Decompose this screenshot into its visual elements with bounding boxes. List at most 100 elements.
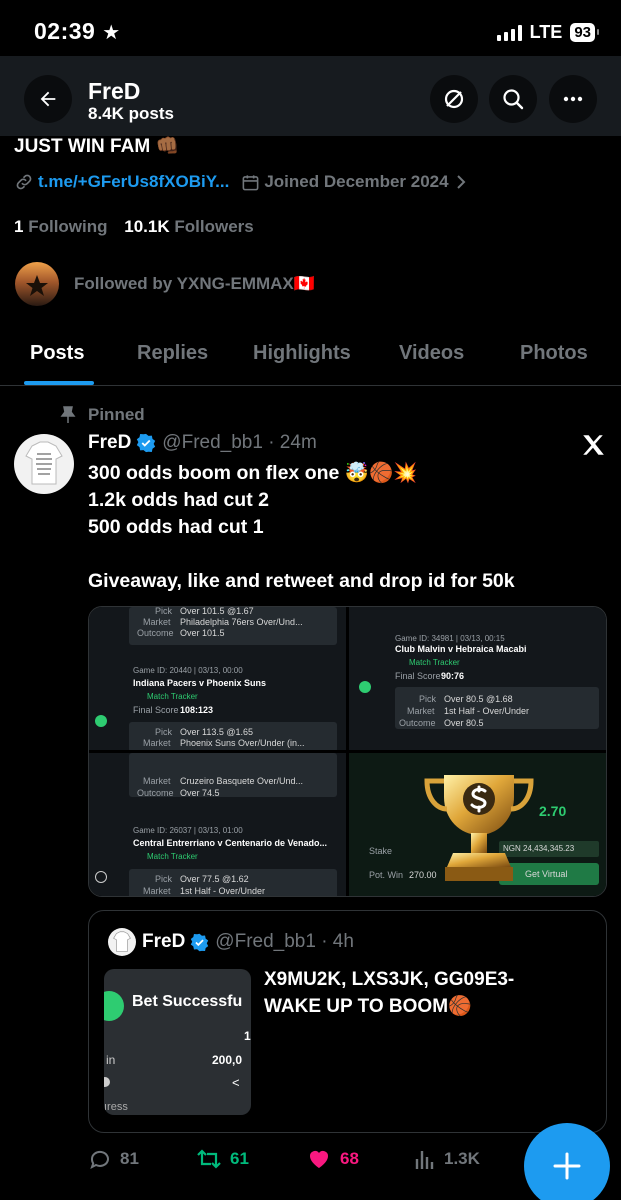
status-time-text: 02:39 bbox=[34, 18, 96, 44]
x-logo-icon[interactable] bbox=[580, 432, 606, 458]
battery-icon: 93 bbox=[570, 23, 599, 42]
pick-value: Over 77.5 @1.62 bbox=[180, 874, 249, 884]
media-image-4[interactable]: 2.70 Stake NGN 24,434,345.23 Pot. Win 27… bbox=[349, 753, 606, 896]
match-teams: Indiana Pacers v Phoenix Suns bbox=[133, 678, 267, 688]
tshirt-icon bbox=[113, 931, 131, 952]
followers-label: Followers bbox=[174, 217, 254, 236]
quote-line: X9MU2K, LXS3JK, GG09E3- bbox=[264, 969, 515, 990]
reply-count: 81 bbox=[120, 1149, 139, 1168]
match-tracker: Match Tracker bbox=[147, 692, 198, 701]
post-line bbox=[88, 541, 588, 568]
post-author-name[interactable]: FreD bbox=[88, 432, 131, 454]
bet-value-2: 200,0 bbox=[212, 1053, 243, 1067]
grok-icon bbox=[444, 89, 464, 109]
like-button[interactable]: 68 bbox=[306, 1147, 359, 1171]
search-icon bbox=[503, 89, 524, 110]
market-value: 1st Half - Over/Under bbox=[444, 706, 530, 716]
quote-line: WAKE UP TO BOOM🏀 bbox=[264, 996, 472, 1017]
status-indicators: LTE 93 bbox=[496, 22, 599, 43]
repost-icon bbox=[197, 1149, 221, 1169]
post-line: 500 odds had cut 1 bbox=[88, 516, 264, 538]
repost-count: 61 bbox=[230, 1149, 249, 1168]
following-link[interactable]: 1 Following bbox=[14, 217, 108, 236]
market-value: Cruzeiro Basquete Over/Und... bbox=[180, 776, 304, 786]
market-label: Market bbox=[143, 738, 171, 748]
network-label: LTE bbox=[529, 22, 563, 42]
quote-author-name: FreD bbox=[142, 931, 186, 952]
outcome-label: Outcome bbox=[137, 628, 174, 638]
pick-label: Pick bbox=[155, 874, 173, 884]
success-check-icon bbox=[104, 991, 124, 1021]
quote-handle-time: @Fred_bb1 · 4h bbox=[215, 931, 354, 952]
pinned-label: Pinned bbox=[88, 405, 145, 424]
reply-icon bbox=[90, 1150, 109, 1169]
follow-stats: 1 Following 10.1K Followers bbox=[14, 217, 254, 237]
chevron-right-icon[interactable] bbox=[455, 175, 467, 189]
status-time: 02:39 ★ bbox=[34, 18, 121, 45]
market-value: Phoenix Suns Over/Under (in... bbox=[180, 738, 305, 748]
active-tab-indicator bbox=[24, 381, 94, 385]
game-id: Game ID: 26037 | 03/13, 01:00 bbox=[133, 826, 243, 835]
profile-link[interactable]: t.me/+GFerUs8fXOBiY... bbox=[38, 172, 229, 192]
followed-by-avatar[interactable] bbox=[15, 262, 59, 306]
tab-posts[interactable]: Posts bbox=[30, 342, 84, 365]
bet-value-1: 1 bbox=[244, 1029, 251, 1043]
post-avatar[interactable] bbox=[14, 434, 74, 494]
followed-by-text[interactable]: Followed by YXNG-EMMAX🇨🇦 bbox=[74, 274, 315, 294]
profile-tabs: Posts Replies Highlights Videos Photos bbox=[0, 330, 621, 386]
followers-link[interactable]: 10.1K Followers bbox=[124, 217, 253, 236]
profile-bio: JUST WIN FAM 👊🏾 bbox=[14, 136, 180, 157]
media-image-3[interactable]: Market Cruzeiro Basquete Over/Und... Out… bbox=[89, 753, 346, 896]
view-count: 1.3K bbox=[444, 1149, 480, 1168]
pick-label: Pick bbox=[419, 694, 437, 704]
views-icon bbox=[415, 1151, 434, 1169]
potwin-label: Pot. Win bbox=[369, 870, 404, 880]
radio-icon bbox=[104, 1077, 110, 1087]
tab-highlights[interactable]: Highlights bbox=[253, 342, 351, 365]
verified-icon bbox=[137, 433, 156, 453]
post-line: 300 odds boom on flex one 🤯🏀💥 bbox=[88, 462, 418, 484]
post-line: 1.2k odds had cut 2 bbox=[88, 489, 269, 511]
tab-videos[interactable]: Videos bbox=[399, 342, 464, 365]
more-icon bbox=[563, 96, 583, 102]
market-label: Market bbox=[143, 776, 171, 786]
header-post-count: 8.4K posts bbox=[88, 104, 174, 123]
tab-replies[interactable]: Replies bbox=[137, 342, 208, 365]
search-button[interactable] bbox=[489, 75, 537, 123]
heart-icon bbox=[310, 1151, 328, 1168]
final-score-label: Final Score bbox=[133, 705, 179, 715]
more-button[interactable] bbox=[549, 75, 597, 123]
outcome-label: Outcome bbox=[137, 788, 174, 798]
bet-success-title: Bet Successfu bbox=[132, 993, 243, 1010]
grok-button[interactable] bbox=[430, 75, 478, 123]
game-id: Game ID: 20440 | 03/13, 00:00 bbox=[133, 666, 243, 675]
compose-button[interactable] bbox=[524, 1123, 610, 1200]
media-image-2[interactable]: Game ID: 34981 | 03/13, 00:15 Club Malvi… bbox=[349, 607, 606, 750]
repost-button[interactable]: 61 bbox=[196, 1147, 249, 1171]
quote-avatar bbox=[108, 928, 136, 956]
share-icon: < bbox=[232, 1075, 240, 1090]
post-body: 300 odds boom on flex one 🤯🏀💥 1.2k odds … bbox=[88, 460, 588, 595]
stake-label: Stake bbox=[369, 846, 393, 856]
post-media-grid[interactable]: Pick Over 101.5 @1.67 Market Philadelphi… bbox=[88, 606, 607, 897]
followers-count: 10.1K bbox=[124, 217, 170, 236]
outcome-value: Over 101.5 bbox=[180, 628, 225, 638]
match-tracker: Match Tracker bbox=[147, 852, 198, 861]
profile-meta-row: t.me/+GFerUs8fXOBiY... Joined December 2… bbox=[14, 172, 467, 192]
check-icon bbox=[95, 715, 107, 727]
header-name: FreD bbox=[88, 78, 141, 104]
check-icon bbox=[359, 681, 371, 693]
link-icon bbox=[16, 174, 32, 190]
views-button[interactable]: 1.3K bbox=[414, 1147, 480, 1171]
quote-body: X9MU2K, LXS3JK, GG09E3- WAKE UP TO BOOM🏀 bbox=[264, 966, 594, 1020]
back-button[interactable] bbox=[24, 75, 72, 123]
market-label: Market bbox=[407, 706, 435, 716]
tab-photos[interactable]: Photos bbox=[520, 342, 588, 365]
clock-icon bbox=[95, 871, 107, 883]
media-image-1[interactable]: Pick Over 101.5 @1.67 Market Philadelphi… bbox=[89, 607, 346, 750]
outcome-label: Outcome bbox=[399, 718, 436, 728]
reply-button[interactable]: 81 bbox=[88, 1147, 139, 1171]
final-score-label: Final Score bbox=[395, 671, 441, 681]
quote-image[interactable]: Bet Successfu 1 in 200,0 < ıress bbox=[104, 969, 251, 1115]
market-label: Market bbox=[143, 886, 171, 896]
